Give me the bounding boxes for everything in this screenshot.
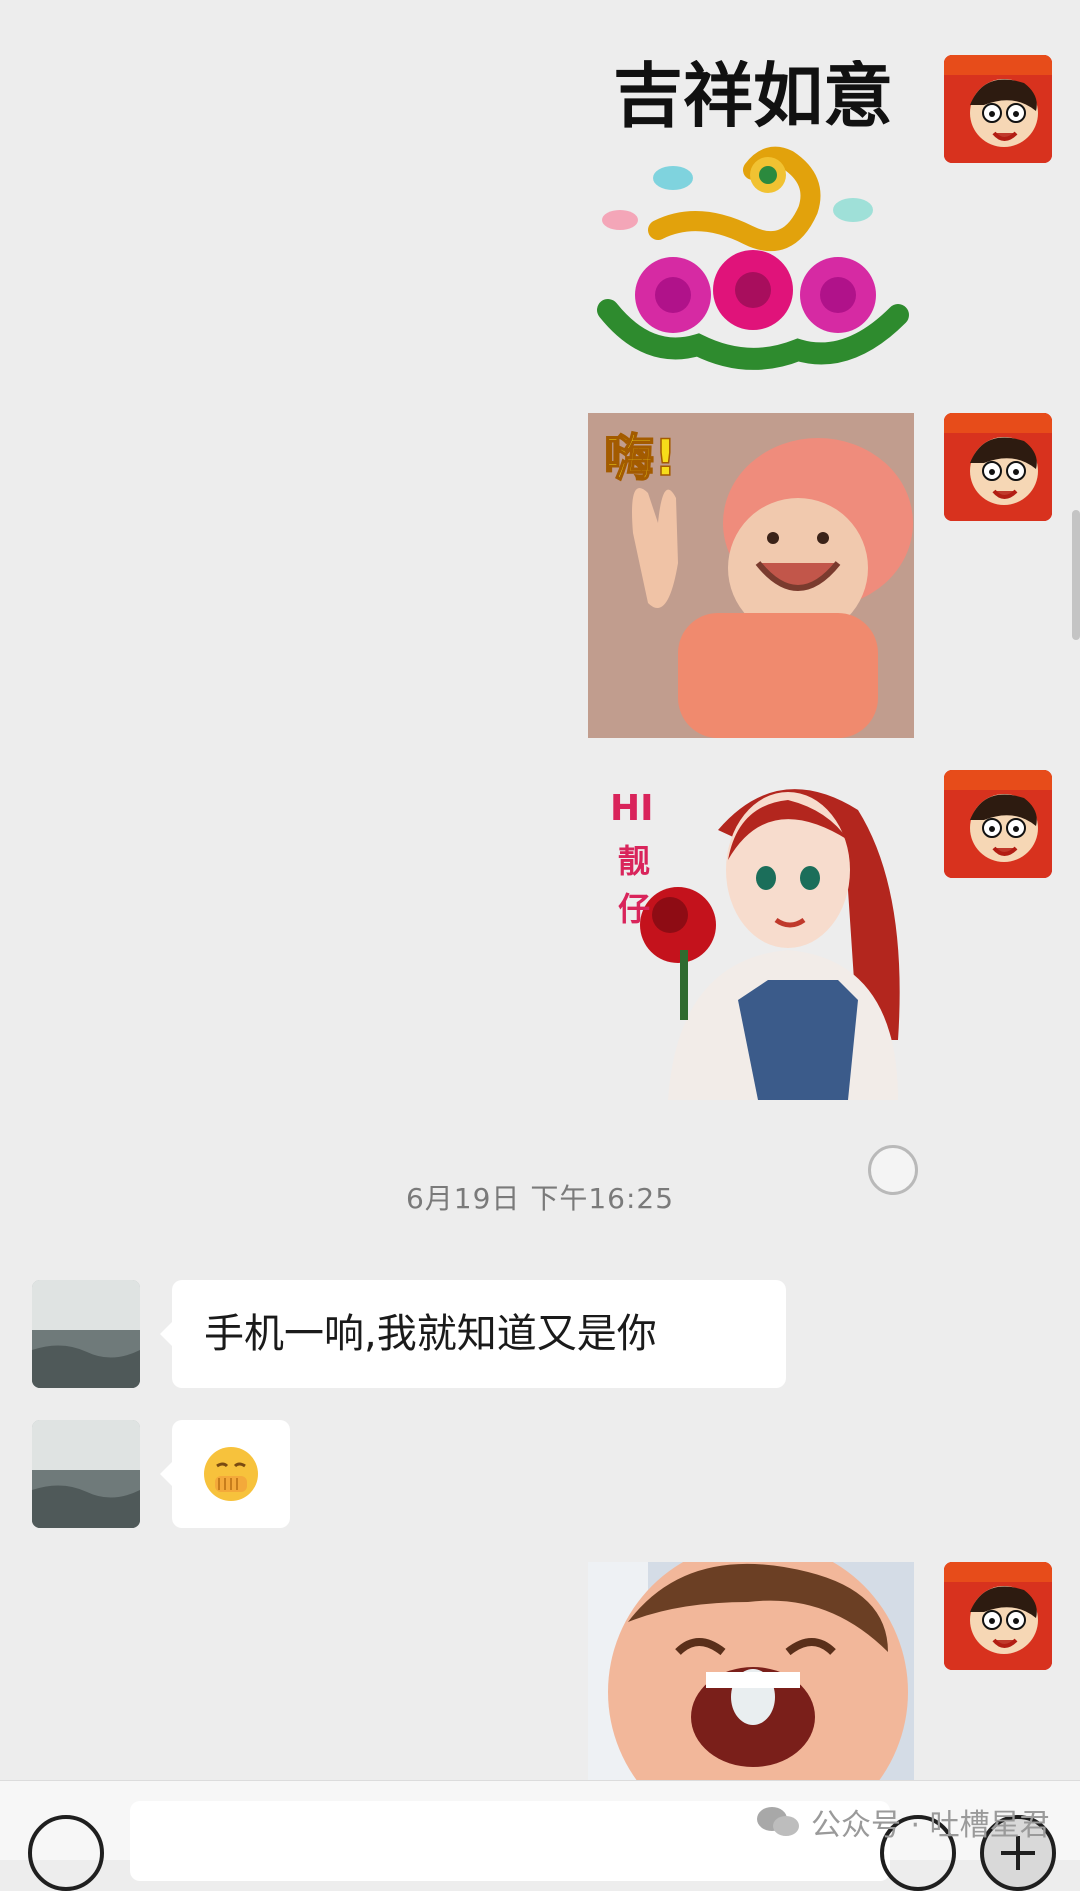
- sticker-hi-baby-photo[interactable]: 嗨!: [588, 413, 914, 738]
- sticker-hi-line: HI: [610, 788, 654, 829]
- message-bubble-emoji[interactable]: [160, 1420, 290, 1528]
- wechat-icon: [755, 1805, 801, 1839]
- watermark-text: 公众号 · 吐槽星君: [811, 1808, 1050, 1843]
- voice-input-icon[interactable]: [28, 1815, 104, 1891]
- chat-area: 吉祥如意 嗨! HI 靓 仔 6月19日 下午16:25 手机一响,我就知道又是…: [0, 0, 1080, 1780]
- avatar-self[interactable]: [944, 55, 1052, 163]
- sticker-zai-line: 仔: [618, 890, 650, 928]
- hand-over-mouth-emoji-icon: [204, 1447, 258, 1501]
- message-bubble-text[interactable]: 手机一响,我就知道又是你: [160, 1280, 786, 1388]
- sticker-hi-liangzai[interactable]: HI 靓 仔: [598, 770, 918, 1100]
- watermark: 公众号 · 吐槽星君: [755, 1800, 1050, 1844]
- sticker-jixiang-ruyi[interactable]: 吉祥如意: [588, 60, 918, 380]
- message-timestamp: 6月19日 下午16:25: [405, 1182, 675, 1215]
- message-text: 手机一响,我就知道又是你: [204, 1311, 657, 1357]
- sticker-laughing-kid[interactable]: [588, 1562, 914, 1780]
- sticker-hi-text: 嗨!: [604, 429, 677, 487]
- sticker-title: 吉祥如意: [613, 60, 893, 137]
- avatar-self[interactable]: [944, 1562, 1052, 1670]
- avatar-self[interactable]: [944, 413, 1052, 521]
- scrollbar[interactable]: [1072, 510, 1080, 640]
- avatar-other[interactable]: [32, 1280, 140, 1388]
- avatar-self[interactable]: [944, 770, 1052, 878]
- sticker-liang-line: 靓: [618, 842, 650, 880]
- avatar-other[interactable]: [32, 1420, 140, 1528]
